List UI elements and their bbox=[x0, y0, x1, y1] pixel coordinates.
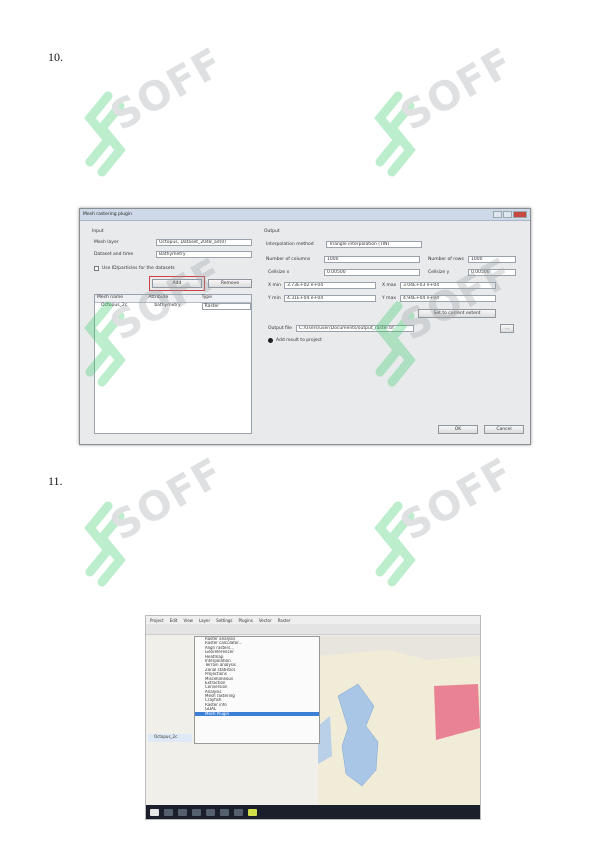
app-icon[interactable] bbox=[234, 808, 243, 816]
menu-layer[interactable]: Layer bbox=[199, 618, 210, 623]
mesh-rastering-dialog-screenshot: Mesh rastering plugin Input Mesh layer O… bbox=[79, 208, 531, 445]
table-cell: bathymetry bbox=[154, 303, 181, 308]
cellsize-y-label: Cellsize y bbox=[428, 270, 450, 275]
step-number-10: 10. bbox=[48, 50, 63, 64]
dataset-label: Dataset and time bbox=[94, 252, 134, 257]
add-result-label: Add result to project bbox=[276, 338, 322, 343]
output-file-label: Output file bbox=[268, 326, 292, 331]
use-id-checkbox[interactable] bbox=[94, 266, 99, 271]
table-cell: Octopus_2c bbox=[101, 303, 128, 308]
soff-watermark: SOFF bbox=[80, 39, 250, 180]
interpolation-label: Interpolation method bbox=[266, 242, 314, 247]
menu-edit[interactable]: Edit bbox=[170, 618, 178, 623]
explorer-icon[interactable] bbox=[192, 808, 201, 816]
datasets-table: Mesh name Attribute Type Octopus_2c bath… bbox=[94, 294, 252, 434]
output-file-input[interactable]: C:/Users/user/Documents/output_raster.ti… bbox=[296, 325, 414, 332]
dialog-titlebar: Mesh rastering plugin bbox=[80, 209, 530, 221]
cellsize-x-input[interactable]: 0.00500 bbox=[324, 269, 420, 276]
soff-s-logo-icon bbox=[84, 501, 126, 587]
browser-icon[interactable] bbox=[206, 808, 215, 816]
layer-label: Octopus_2c bbox=[154, 734, 178, 739]
menu-view[interactable]: View bbox=[183, 618, 193, 623]
menu-project[interactable]: Project bbox=[150, 618, 164, 623]
columns-input[interactable]: 1000 bbox=[324, 256, 420, 263]
table-cell[interactable]: Raster bbox=[201, 303, 251, 310]
dialog-title: Mesh rastering plugin bbox=[83, 212, 132, 217]
table-header: Mesh name bbox=[97, 295, 124, 300]
start-icon[interactable] bbox=[150, 808, 159, 816]
layer-row[interactable]: Octopus_2c bbox=[148, 734, 192, 742]
mesh-layer-label: Mesh layer bbox=[94, 240, 119, 245]
raster-dropdown-menu: Raster analysis Raster calculator... Ali… bbox=[194, 636, 320, 744]
step-number-11: 11. bbox=[48, 474, 63, 488]
minimize-icon[interactable] bbox=[493, 211, 502, 218]
menu-raster[interactable]: Raster bbox=[278, 618, 291, 623]
map-canvas[interactable] bbox=[318, 636, 480, 806]
qgis-window-screenshot: Project Edit View Layer Settings Plugins… bbox=[145, 615, 481, 820]
ymin-label: Y min bbox=[268, 296, 281, 301]
output-group-label: Output bbox=[264, 229, 280, 234]
watermark-text: SOFF bbox=[103, 39, 232, 141]
table-header-row: Mesh name Attribute Type bbox=[95, 295, 251, 303]
add-result-radio[interactable] bbox=[268, 338, 273, 343]
qgis-taskbar-icon[interactable] bbox=[248, 808, 257, 816]
rows-label: Number of rows bbox=[428, 257, 464, 262]
cellsize-y-input[interactable]: 0.00500 bbox=[468, 269, 516, 276]
task-view-icon[interactable] bbox=[178, 808, 187, 816]
watermark-text: SOFF bbox=[103, 449, 232, 550]
cancel-button[interactable]: Cancel bbox=[484, 425, 524, 434]
remove-button[interactable]: Remove bbox=[208, 279, 252, 288]
soff-watermark: SOFF bbox=[80, 449, 250, 590]
watermark-text: SOFF bbox=[393, 449, 522, 550]
soff-watermark: SOFF bbox=[370, 39, 540, 180]
ymax-input[interactable]: 4.94E+04 e+04 bbox=[400, 295, 496, 302]
cellsize-x-label: Cellsize x bbox=[268, 270, 290, 275]
table-header: Attribute bbox=[148, 295, 169, 300]
toolbar bbox=[146, 624, 480, 635]
menu-vector[interactable]: Vector bbox=[259, 618, 272, 623]
table-header: Type bbox=[201, 295, 212, 300]
columns-label: Number of columns bbox=[266, 257, 311, 262]
rows-input[interactable]: 1000 bbox=[468, 256, 516, 263]
menu-plugins[interactable]: Plugins bbox=[239, 618, 253, 623]
maximize-icon[interactable] bbox=[503, 211, 512, 218]
xmin-label: X min bbox=[268, 283, 281, 288]
ok-button[interactable]: OK bbox=[438, 425, 478, 434]
watermark-text: SOFF bbox=[393, 39, 522, 141]
close-icon[interactable] bbox=[513, 211, 527, 218]
soff-s-logo-icon bbox=[374, 91, 416, 177]
interpolation-select[interactable]: Triangle interpolation (TIN) bbox=[326, 241, 422, 248]
soff-watermark: SOFF bbox=[370, 449, 540, 590]
menubar: Project Edit View Layer Settings Plugins… bbox=[146, 616, 480, 624]
soff-s-logo-icon bbox=[84, 91, 126, 177]
input-group-label: Input bbox=[92, 229, 104, 234]
table-row[interactable]: Octopus_2c bathymetry Raster bbox=[95, 303, 251, 310]
xmin-input[interactable]: 3.73E+02 e+04 bbox=[284, 282, 376, 289]
xmax-label: X max bbox=[382, 283, 397, 288]
dataset-select[interactable]: Bathymetry bbox=[156, 251, 252, 258]
app-icon[interactable] bbox=[220, 808, 229, 816]
xmax-input[interactable]: 3.04E+03 e+04 bbox=[400, 282, 496, 289]
search-icon[interactable] bbox=[164, 808, 173, 816]
browse-button[interactable]: … bbox=[500, 324, 514, 333]
soff-s-logo-icon bbox=[374, 501, 416, 587]
mesh-layer-select[interactable]: Octopus, Dataset_2048_ad(0) bbox=[156, 239, 252, 246]
use-id-checkbox-label: Use ID/particles for the datasets bbox=[102, 266, 175, 271]
windows-taskbar bbox=[146, 805, 480, 819]
ymax-label: Y max bbox=[382, 296, 396, 301]
menu-settings[interactable]: Settings bbox=[216, 618, 232, 623]
ymin-input[interactable]: 4.31E+04 e+04 bbox=[284, 295, 376, 302]
menu-item-selected[interactable]: Mesh Plugin bbox=[195, 711, 319, 717]
set-current-extent-button[interactable]: Set to current extent bbox=[418, 309, 496, 318]
add-button-highlight bbox=[149, 276, 205, 291]
map-svg bbox=[318, 650, 480, 806]
